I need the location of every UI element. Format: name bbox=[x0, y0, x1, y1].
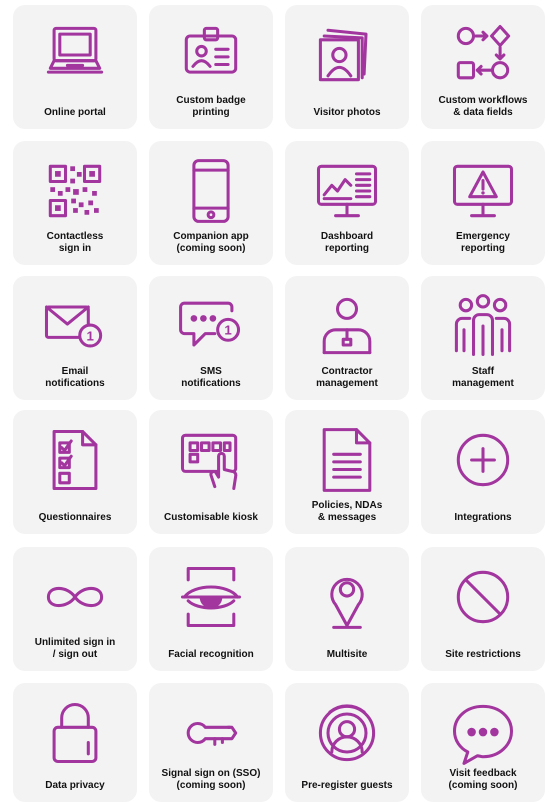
feature-label: SMS notifications bbox=[181, 366, 241, 389]
sms-count-text: 1 bbox=[224, 323, 232, 338]
feature-tile: Emergency reporting bbox=[421, 141, 545, 265]
feature-tile: Unlimited sign in / sign out bbox=[13, 547, 137, 671]
feature-tile: Dashboard reporting bbox=[285, 141, 409, 265]
feature-tile: Staff management bbox=[421, 276, 545, 400]
padlock-icon bbox=[35, 693, 115, 773]
user-circle-icon bbox=[307, 693, 387, 773]
feature-label: Staff management bbox=[452, 366, 514, 389]
feature-label: Emergency reporting bbox=[456, 231, 510, 254]
feature-label: Email notifications bbox=[45, 366, 105, 389]
feature-tile: Integrations bbox=[421, 410, 545, 534]
feature-label: Contactless sign in bbox=[46, 231, 104, 254]
id-badge-icon bbox=[171, 15, 251, 95]
kiosk-touch-icon bbox=[171, 420, 251, 500]
feature-tile: 1 Email notifications bbox=[13, 276, 137, 400]
feature-tile: Online portal bbox=[13, 5, 137, 129]
feature-label: Contractor management bbox=[316, 366, 378, 389]
eye-scan-icon bbox=[171, 557, 251, 637]
qr-code-icon bbox=[35, 151, 115, 231]
feature-tile: Customisable kiosk bbox=[149, 410, 273, 534]
feature-label: Site restrictions bbox=[445, 649, 521, 660]
location-pin-icon bbox=[307, 557, 387, 637]
prohibited-icon bbox=[443, 557, 523, 637]
feature-tile: Custom badge printing bbox=[149, 5, 273, 129]
dashboard-monitor-icon bbox=[307, 151, 387, 231]
feature-tile: Companion app (coming soon) bbox=[149, 141, 273, 265]
chat-bubble-icon bbox=[443, 693, 523, 773]
feature-tile: Site restrictions bbox=[421, 547, 545, 671]
feature-label: Multisite bbox=[326, 649, 368, 660]
feature-tile: Pre-register guests bbox=[285, 683, 409, 802]
feature-tile: Questionnaires bbox=[13, 410, 137, 534]
feature-label: Dashboard reporting bbox=[320, 231, 374, 254]
document-icon bbox=[307, 420, 387, 500]
sms-notification-icon: 1 bbox=[171, 286, 251, 366]
feature-label: Online portal bbox=[44, 107, 106, 118]
photos-icon bbox=[307, 15, 387, 95]
feature-label: Questionnaires bbox=[38, 512, 112, 523]
laptop-icon bbox=[35, 15, 115, 95]
feature-label: Visit feedback (coming soon) bbox=[448, 768, 518, 791]
plus-circle-icon bbox=[443, 420, 523, 500]
feature-tile: Contractor management bbox=[285, 276, 409, 400]
feature-tile: Facial recognition bbox=[149, 547, 273, 671]
feature-label: Custom badge printing bbox=[176, 95, 246, 118]
contractor-icon bbox=[307, 286, 387, 366]
feature-tile: Contactless sign in bbox=[13, 141, 137, 265]
workflow-icon bbox=[443, 15, 523, 95]
feature-label: Unlimited sign in / sign out bbox=[34, 637, 116, 660]
feature-tile: Custom workflows & data fields bbox=[421, 5, 545, 129]
feature-label: Pre-register guests bbox=[301, 780, 393, 791]
infinity-icon bbox=[35, 557, 115, 637]
email-notification-icon: 1 bbox=[35, 286, 115, 366]
feature-label: Companion app (coming soon) bbox=[173, 231, 249, 254]
warning-monitor-icon bbox=[443, 151, 523, 231]
feature-label: Custom workflows & data fields bbox=[438, 95, 528, 118]
feature-tile: 1 SMS notifications bbox=[149, 276, 273, 400]
feature-tile: Signal sign on (SSO) (coming soon) bbox=[149, 683, 273, 802]
feature-tile: Policies, NDAs & messages bbox=[285, 410, 409, 534]
feature-tile: Data privacy bbox=[13, 683, 137, 802]
feature-label: Customisable kiosk bbox=[164, 512, 258, 523]
feature-label: Integrations bbox=[454, 512, 512, 523]
feature-grid: Online portal Custom badge printing Visito… bbox=[0, 0, 549, 802]
feature-label: Facial recognition bbox=[168, 649, 254, 660]
feature-label: Policies, NDAs & messages bbox=[311, 500, 383, 523]
feature-tile: Visit feedback (coming soon) bbox=[421, 683, 545, 802]
key-icon bbox=[171, 693, 251, 773]
smartphone-icon bbox=[171, 151, 251, 231]
email-count-text: 1 bbox=[86, 328, 94, 343]
feature-tile: Visitor photos bbox=[285, 5, 409, 129]
feature-label: Signal sign on (SSO) (coming soon) bbox=[161, 768, 261, 791]
staff-group-icon bbox=[443, 286, 523, 366]
checklist-icon bbox=[35, 420, 115, 500]
feature-label: Data privacy bbox=[45, 780, 105, 791]
feature-label: Visitor photos bbox=[313, 107, 381, 118]
feature-tile: Multisite bbox=[285, 547, 409, 671]
